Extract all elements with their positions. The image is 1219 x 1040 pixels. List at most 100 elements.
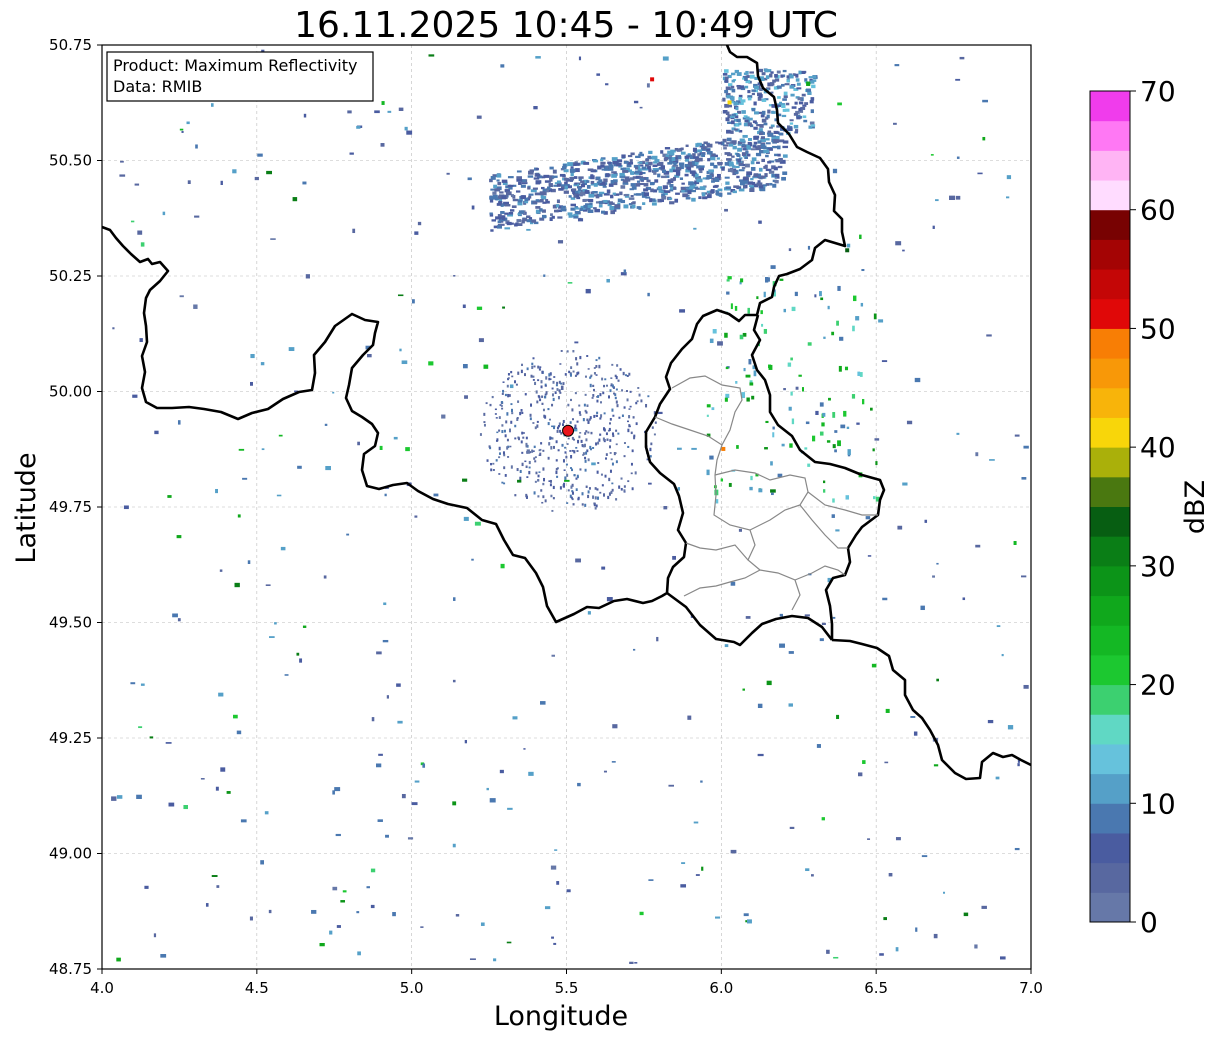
echo-pixel (697, 149, 702, 153)
figure-title: 16.11.2025 10:45 - 10:49 UTC (294, 5, 838, 46)
echo-pixel (832, 498, 835, 503)
colorbar-swatch (1090, 506, 1130, 537)
echo-pixel (761, 158, 765, 163)
echo-pixel (692, 153, 696, 157)
echo-pixel (537, 479, 540, 482)
echo-pixel (530, 374, 533, 378)
echo-pixel (691, 197, 696, 202)
echo-pixel (871, 663, 877, 668)
echo-pixel (933, 933, 938, 939)
echo-pixel (753, 173, 759, 177)
echo-pixel (179, 128, 184, 131)
echo-pixel (782, 154, 788, 158)
echo-pixel (593, 207, 597, 210)
echo-pixel (746, 397, 750, 402)
echo-pixel (706, 175, 713, 179)
echo-pixel (590, 374, 593, 377)
echo-pixel (522, 436, 525, 439)
echo-pixel (556, 475, 559, 478)
echo-pixel (541, 176, 546, 179)
echo-pixel (576, 474, 579, 477)
echo-pixel (384, 493, 387, 497)
echo-pixel (381, 101, 385, 105)
echo-pixel (669, 183, 674, 188)
echo-pixel (357, 441, 360, 446)
echo-pixel (370, 868, 376, 873)
echo-pixel (838, 365, 842, 372)
echo-pixel (699, 186, 706, 191)
echo-pixel (619, 191, 623, 196)
echo-pixel (720, 478, 724, 482)
y-tick-label: 50.75 (49, 36, 92, 54)
echo-pixel (680, 151, 686, 155)
echo-pixel (575, 190, 579, 194)
echo-pixel (552, 380, 555, 384)
echo-pixel (525, 436, 528, 440)
echo-pixel (494, 197, 499, 201)
echo-pixel (615, 498, 618, 501)
echo-pixel (545, 200, 550, 204)
echo-pixel (462, 364, 468, 369)
echo-pixel (545, 376, 548, 380)
y-axis-ticks: 48.75 49.00 49.25 49.50 49.75 50.00 50.25 50.50… (49, 36, 102, 978)
echo-pixel (752, 120, 757, 124)
echo-pixel (790, 357, 793, 361)
echo-pixel (261, 49, 265, 52)
echo-pixel (586, 184, 591, 189)
echo-pixel (601, 566, 606, 570)
echo-pixel (943, 891, 946, 894)
echo-pixel (577, 498, 580, 501)
echo-pixel (542, 201, 547, 204)
echo-pixel (628, 425, 631, 428)
echo-pixel (739, 138, 745, 142)
echo-pixel (540, 385, 543, 389)
echo-pixel (234, 582, 240, 588)
echo-pixel (595, 196, 600, 199)
echo-pixel (534, 480, 537, 483)
echo-pixel (724, 152, 731, 155)
echo-pixel (603, 412, 606, 415)
echo-pixel (541, 402, 544, 405)
echo-pixel (342, 890, 347, 893)
echo-pixel (746, 171, 753, 176)
echo-pixel (374, 110, 380, 114)
echo-pixel (753, 370, 757, 377)
echo-pixel (595, 359, 598, 362)
echo-pixel (963, 912, 969, 917)
echo-pixel (695, 173, 699, 178)
echo-pixel (837, 102, 842, 106)
echo-pixel (555, 459, 558, 462)
echo-pixel (533, 106, 538, 110)
echo-pixel (506, 438, 509, 442)
echo-pixel (417, 221, 422, 226)
echo-pixel (626, 398, 629, 402)
echo-pixel (711, 153, 716, 156)
echo-pixel (861, 268, 865, 272)
echo-pixel (554, 391, 557, 394)
echo-pixel (811, 874, 814, 877)
echo-pixel (702, 144, 705, 147)
echo-pixel (551, 509, 554, 512)
echo-pixel (734, 305, 738, 311)
echo-pixel (578, 56, 582, 61)
echo-pixel (548, 373, 551, 377)
echo-pixel (556, 388, 559, 391)
echo-pixel (757, 180, 761, 183)
echo-pixel (551, 393, 554, 397)
echo-pixel (853, 295, 857, 302)
echo-pixel (665, 154, 670, 158)
echo-pixel (714, 916, 721, 919)
echo-pixel (795, 386, 799, 390)
echo-pixel (610, 194, 614, 199)
echo-pixel (570, 485, 573, 489)
echo-pixel (564, 177, 569, 181)
echo-pixel (647, 292, 650, 297)
echo-pixel (569, 421, 572, 424)
echo-pixel (781, 114, 787, 118)
echo-pixel (902, 249, 905, 252)
echo-pixel (501, 179, 508, 183)
echo-pixel (630, 431, 633, 435)
echo-pixel (611, 363, 614, 366)
echo-pixel (520, 440, 523, 444)
echo-pixel (581, 503, 584, 506)
